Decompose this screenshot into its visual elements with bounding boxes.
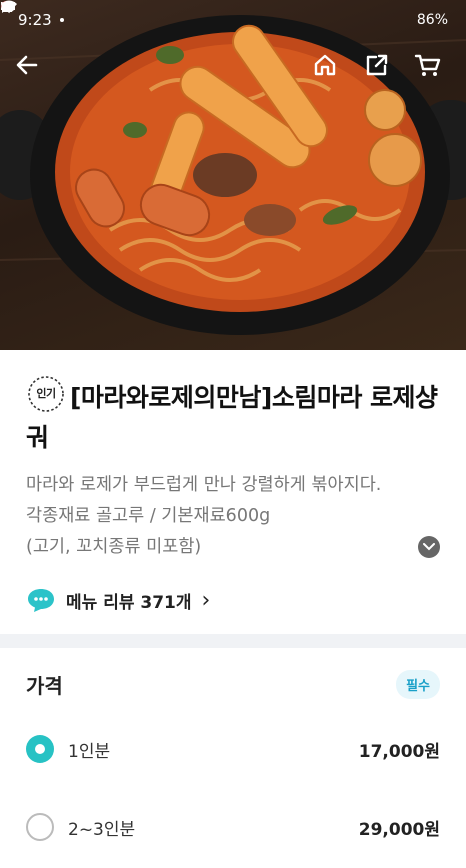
price-section: 가격 필수 1인분 17,000원 2~3인분 29,000원	[0, 648, 466, 868]
more-notifications-dot	[59, 18, 64, 22]
product-title-row: 인기 [마라와로제의만남]소림마라 로제샹궈	[26, 374, 440, 458]
product-description: 마라와 로제가 부드럽게 만나 강렬하게 볶아지다. 각종재료 골고루 / 기본…	[26, 470, 440, 563]
price-title: 가격	[26, 674, 63, 698]
share-button[interactable]	[364, 52, 400, 88]
status-system-icons: 86%	[1, 0, 448, 28]
popular-badge: 인기	[26, 374, 66, 414]
back-button[interactable]	[14, 52, 50, 88]
price-option-1[interactable]: 1인분 17,000원	[26, 734, 440, 764]
menu-review-link[interactable]: 메뉴 리뷰 371개 ›	[26, 587, 440, 613]
share-icon	[366, 54, 388, 76]
status-notification-icons	[1, 1, 64, 22]
product-title: [마라와로제의만남]소림마라 로제샹궈	[26, 383, 438, 452]
status-bar: 9:23 86%	[0, 0, 466, 40]
product-hero-image: 9:23 86%	[0, 0, 466, 350]
price-option-2[interactable]: 2~3인분 29,000원	[26, 812, 440, 842]
status-time: 9:23	[18, 11, 52, 29]
option-price: 29,000원	[358, 819, 440, 840]
review-count-label: 메뉴 리뷰 371개	[66, 592, 192, 613]
radio-unselected[interactable]	[26, 813, 54, 841]
description-line: 마라와 로제가 부드럽게 만나 강렬하게 볶아지다.	[26, 475, 382, 495]
option-label: 1인분	[68, 741, 111, 762]
description-line: 각종재료 골고루 / 기본재료600g	[26, 506, 271, 526]
review-bubble-icon	[28, 589, 54, 612]
home-icon	[314, 54, 336, 76]
expand-description-button[interactable]	[418, 536, 440, 558]
option-label: 2~3인분	[68, 819, 136, 840]
option-price: 17,000원	[358, 741, 440, 762]
section-divider	[0, 634, 466, 648]
price-header: 가격 필수	[26, 670, 440, 699]
back-arrow-icon	[16, 55, 38, 75]
signal-icon	[2, 3, 12, 12]
required-badge: 필수	[396, 670, 440, 699]
cart-icon	[414, 54, 441, 76]
home-button[interactable]	[312, 52, 348, 88]
chevron-down-icon	[423, 543, 435, 551]
radio-selected[interactable]	[26, 735, 54, 763]
cart-button[interactable]	[414, 52, 450, 88]
battery-percent: 86%	[416, 12, 448, 28]
chevron-right-icon: ›	[201, 587, 211, 613]
product-info-section: 인기 [마라와로제의만남]소림마라 로제샹궈 마라와 로제가 부드럽게 만나 강…	[0, 350, 466, 634]
description-line: (고기, 꼬치종류 미포함)	[26, 537, 202, 557]
popular-badge-label: 인기	[36, 387, 56, 400]
